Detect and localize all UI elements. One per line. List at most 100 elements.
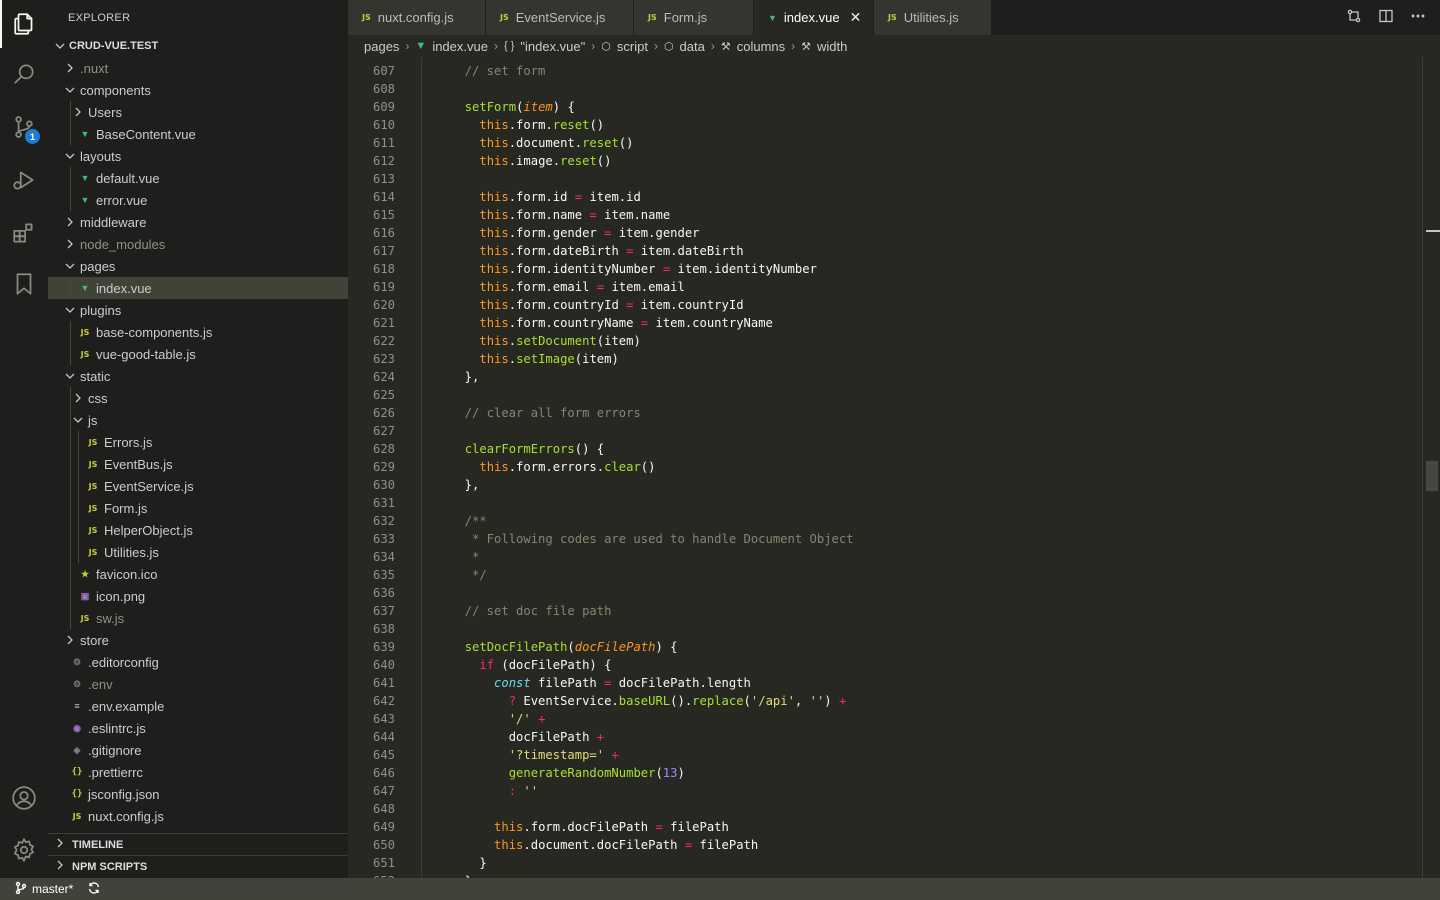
tree-item-label: .env — [88, 676, 113, 692]
file-item[interactable]: ▼ error.vue — [48, 189, 348, 211]
tree-item-label: vue-good-table.js — [96, 346, 196, 362]
file-item[interactable]: JS nuxt.config.js — [48, 805, 348, 827]
line-number: 611 — [372, 136, 395, 150]
breadcrumb-item[interactable]: › ⚒ columns — [705, 39, 785, 54]
editor-tab[interactable]: JS Utilities.js — [874, 0, 992, 35]
extensions-icon[interactable] — [0, 209, 48, 257]
code-line: 645 '?timestamp=' + — [348, 746, 1440, 764]
file-item[interactable]: JS HelperObject.js — [48, 519, 348, 541]
close-icon[interactable]: ✕ — [850, 9, 862, 26]
line-number: 620 — [372, 298, 395, 312]
js-file-icon: JS — [88, 481, 98, 491]
file-item[interactable]: {} .prettierrc — [48, 761, 348, 783]
json-file-icon: {} — [71, 767, 83, 777]
file-item[interactable]: JS sw.js — [48, 607, 348, 629]
js-file-icon: JS — [88, 547, 98, 557]
folder-item[interactable]: static — [48, 365, 348, 387]
symbol-module-icon: ⬡ — [601, 40, 611, 53]
tree-item-label: EventService.js — [104, 478, 194, 494]
breadcrumb-item[interactable]: › { } "index.vue" — [488, 39, 585, 54]
folder-item[interactable]: store — [48, 629, 348, 651]
git-branch-label[interactable]: master* — [32, 882, 73, 896]
file-item[interactable]: {} jsconfig.json — [48, 783, 348, 805]
file-item[interactable]: JS EventBus.js — [48, 453, 348, 475]
code-line: 617 this.form.dateBirth = item.dateBirth — [348, 242, 1440, 260]
code-text: this.document.docFilePath = filePath — [494, 838, 759, 852]
folder-item[interactable]: components — [48, 79, 348, 101]
search-icon[interactable] — [0, 50, 48, 98]
code-text: this.form.email = item.email — [479, 280, 685, 294]
folder-item[interactable]: .nuxt — [48, 57, 348, 79]
folder-item[interactable]: plugins — [48, 299, 348, 321]
file-item[interactable]: JS vue-good-table.js — [48, 343, 348, 365]
file-item[interactable]: ◉ .eslintrc.js — [48, 717, 348, 739]
code-text: this.setImage(item) — [479, 352, 619, 366]
compare-changes-icon[interactable] — [1346, 8, 1362, 27]
file-item[interactable]: ▼ BaseContent.vue — [48, 123, 348, 145]
gear-icon: ⚙ — [72, 678, 82, 689]
more-actions-icon[interactable] — [1410, 8, 1426, 27]
line-number: 610 — [372, 118, 395, 132]
editor-scrollbar-thumb[interactable] — [1426, 461, 1438, 491]
breadcrumb-label: script — [616, 38, 648, 54]
file-item[interactable]: JS Form.js — [48, 497, 348, 519]
file-item[interactable]: ⚙ .env — [48, 673, 348, 695]
tab-label: index.vue — [783, 10, 840, 25]
tree-item-label: Utilities.js — [104, 544, 159, 560]
editor-tab[interactable]: JS Form.js — [634, 0, 754, 35]
folder-item[interactable]: Users — [48, 101, 348, 123]
tree-indent-guide — [70, 387, 71, 409]
chevron-right-icon — [72, 106, 84, 118]
code-line: 613 — [348, 170, 1440, 188]
breadcrumb-item[interactable]: pages — [364, 39, 399, 54]
chevron-down-icon — [64, 304, 76, 316]
breadcrumb-item[interactable]: › ▼ index.vue — [399, 39, 488, 54]
file-item[interactable]: ⚙ .editorconfig — [48, 651, 348, 673]
editor-tab[interactable]: JS nuxt.config.js — [348, 0, 486, 35]
breadcrumb-item[interactable]: › ⚒ width — [785, 39, 847, 54]
bookmark-icon[interactable] — [0, 260, 48, 308]
file-item[interactable]: ★ favicon.ico — [48, 563, 348, 585]
file-item[interactable]: JS Errors.js — [48, 431, 348, 453]
line-number: 627 — [372, 424, 395, 438]
timeline-section[interactable]: TIMELINE — [48, 833, 348, 855]
folder-item[interactable]: js — [48, 409, 348, 431]
code-text: setDocFilePath(docFilePath) { — [464, 640, 678, 654]
folder-item[interactable]: middleware — [48, 211, 348, 233]
file-item[interactable]: ▼ default.vue — [48, 167, 348, 189]
npm-scripts-section[interactable]: NPM SCRIPTS — [48, 855, 348, 877]
tree-item-label: css — [88, 390, 108, 406]
tree-item-label: components — [80, 82, 151, 98]
split-editor-icon[interactable] — [1378, 8, 1394, 27]
file-item[interactable]: ≡ .env.example — [48, 695, 348, 717]
settings-gear-icon[interactable] — [0, 826, 48, 874]
line-number: 623 — [372, 352, 395, 366]
breadcrumb-item[interactable]: › ⬡ data — [648, 39, 705, 54]
run-debug-icon[interactable] — [0, 156, 48, 204]
file-item[interactable]: JS Utilities.js — [48, 541, 348, 563]
vue-file-icon: ▼ — [80, 173, 90, 183]
code-text: this.setDocument(item) — [479, 334, 641, 348]
editor-tab[interactable]: JS EventService.js — [486, 0, 634, 35]
folder-item[interactable]: layouts — [48, 145, 348, 167]
wrench-icon: ⚒ — [720, 40, 731, 53]
code-text: if (docFilePath) { — [479, 658, 612, 672]
explorer-icon[interactable] — [0, 0, 48, 48]
editor-tab[interactable]: ▼ index.vue ✕ — [754, 0, 874, 35]
code-editor[interactable]: 607 // set form 608 609 setForm(item) {610… — [348, 57, 1440, 878]
sync-icon[interactable] — [87, 881, 101, 898]
folder-item[interactable]: css — [48, 387, 348, 409]
file-item[interactable]: JS base-components.js — [48, 321, 348, 343]
account-icon[interactable] — [0, 774, 48, 822]
file-item[interactable]: ▼ index.vue — [48, 277, 348, 299]
line-number: 641 — [372, 676, 395, 690]
source-control-icon[interactable]: 1 — [0, 103, 48, 151]
file-item[interactable]: JS EventService.js — [48, 475, 348, 497]
code-text: // set form — [450, 64, 546, 78]
file-item[interactable]: ◆ .gitignore — [48, 739, 348, 761]
folder-item[interactable]: node_modules — [48, 233, 348, 255]
workspace-root[interactable]: CRUD-VUE.TEST — [48, 35, 348, 57]
folder-item[interactable]: pages — [48, 255, 348, 277]
file-item[interactable]: ▣ icon.png — [48, 585, 348, 607]
breadcrumb-item[interactable]: › ⬡ script — [585, 39, 648, 54]
